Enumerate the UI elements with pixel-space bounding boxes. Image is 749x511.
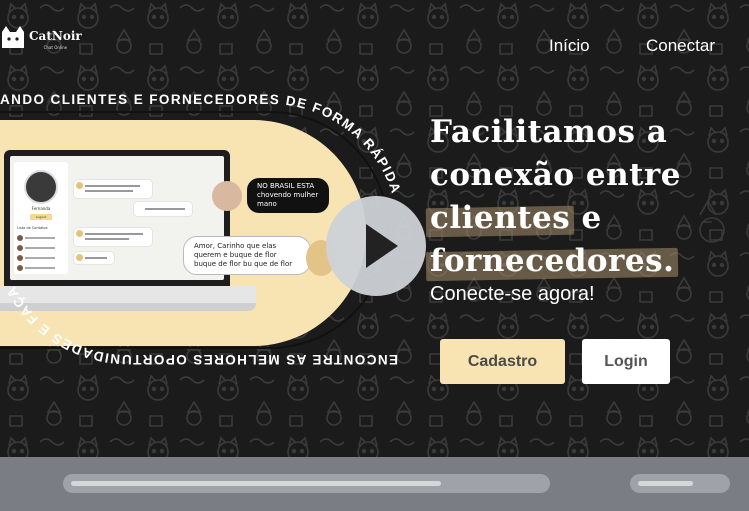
- horizontal-scrollbar[interactable]: [63, 474, 550, 493]
- mockup-logout-button: Logout: [30, 214, 52, 220]
- mockup-message: [134, 202, 192, 216]
- mockup-contact: [17, 264, 65, 272]
- scrollbar-thumb[interactable]: [638, 481, 693, 486]
- landing-page: CatNoir Chat Online Início Conectar Fern…: [0, 0, 749, 457]
- headline-and: e: [581, 200, 602, 236]
- laptop-base: [0, 303, 256, 311]
- mockup-sidebar: Fernanda Logout Lista de Contatos: [14, 162, 68, 274]
- play-icon: [366, 224, 398, 268]
- mockup-message: [74, 180, 152, 198]
- hero-subline: Conecte-se agora!: [430, 283, 595, 305]
- headline-line-1: Facilitamos a: [430, 114, 668, 150]
- cat-logo-icon: [2, 26, 24, 48]
- nav-link-conectar[interactable]: Conectar: [646, 36, 715, 56]
- chat-bubble-light: Amor, Carinho que elas querem e buque de…: [183, 236, 311, 275]
- mockup-message: [74, 252, 114, 264]
- mockup-contact: [17, 244, 65, 252]
- headline-line-2: conexão entre: [430, 157, 681, 193]
- signup-button[interactable]: Cadastro: [440, 339, 565, 384]
- nav-link-inicio[interactable]: Início: [549, 36, 590, 56]
- scrollbar-thumb[interactable]: [71, 481, 441, 486]
- mockup-message: [74, 228, 152, 246]
- play-video-button[interactable]: [326, 196, 426, 296]
- mockup-contacts-title: Lista de Contatos: [17, 226, 48, 230]
- user-photo: [212, 181, 242, 211]
- headline-line-4: fornecedores.: [430, 240, 681, 283]
- brand-tagline: Chat Online: [43, 44, 68, 50]
- highlight-fornecedores: fornecedores.: [430, 240, 674, 283]
- mockup-profile-name: Fernanda: [31, 206, 51, 211]
- brand-logo[interactable]: CatNoir Chat Online: [0, 24, 82, 50]
- mockup-contact: [17, 254, 65, 262]
- secondary-scrollbar[interactable]: [630, 474, 730, 493]
- brand-name: CatNoir: [29, 28, 82, 43]
- highlight-clientes: clientes: [430, 197, 570, 240]
- login-button[interactable]: Login: [582, 339, 670, 384]
- mockup-contact: [17, 234, 65, 242]
- mockup-avatar: [24, 170, 58, 204]
- hero-headline: Facilitamos a conexão entre clientes e f…: [430, 111, 681, 283]
- headline-line-3: clientes e: [430, 197, 681, 240]
- laptop-hinge: [0, 286, 256, 303]
- chat-bubble-dark: NO BRASIL ESTA chovendo mulher mano: [247, 178, 329, 213]
